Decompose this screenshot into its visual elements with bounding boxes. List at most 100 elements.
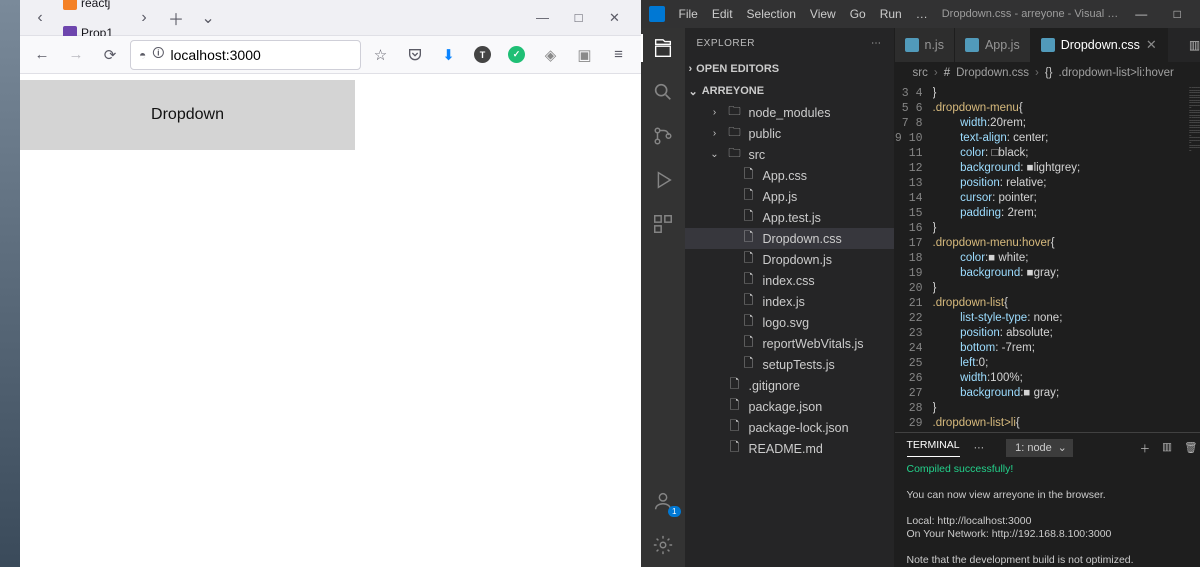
extension-badge-icon[interactable]: ▣	[571, 41, 599, 69]
tree-file[interactable]: 🗋Dropdown.js	[685, 249, 894, 270]
minimize-button[interactable]: —	[533, 10, 553, 26]
dropdown-menu[interactable]: Dropdown	[20, 80, 355, 150]
firefox-window-controls: — □ ✕	[533, 10, 635, 26]
tree-file[interactable]: 🗋package.json	[685, 396, 894, 417]
bookmark-button[interactable]: ☆	[367, 41, 395, 69]
explorer-header: EXPLORER ⋯	[685, 28, 894, 58]
menu-item[interactable]: File	[679, 7, 698, 21]
url-input[interactable]	[171, 47, 352, 63]
menu-item[interactable]: Edit	[712, 7, 733, 21]
address-bar[interactable]: ◓ 🛈	[130, 40, 361, 70]
file-icon	[905, 38, 919, 52]
tab-back-button[interactable]: ‹	[26, 4, 54, 32]
code-editor[interactable]: 3 4 5 6 7 8 9 10 11 12 13 14 15 16 17 18…	[895, 84, 1200, 432]
editor-tab[interactable]: n.js	[895, 28, 955, 62]
tree-file[interactable]: 🗋index.js	[685, 291, 894, 312]
tree-file[interactable]: 🗋setupTests.js	[685, 354, 894, 375]
extension-shield-icon[interactable]: ◈	[537, 41, 565, 69]
nav-forward-button[interactable]: →	[62, 41, 90, 69]
nav-back-button[interactable]: ←	[28, 41, 56, 69]
terminal-tab[interactable]: TERMINAL	[907, 439, 960, 457]
chevron-right-icon: ›	[709, 128, 721, 139]
breadcrumb[interactable]: src›# Dropdown.css›{} .dropdown-list>li:…	[895, 62, 1200, 84]
tree-file[interactable]: 🗋index.css	[685, 270, 894, 291]
extension-green-icon[interactable]: ✓	[503, 41, 531, 69]
menu-item[interactable]: Selection	[747, 7, 796, 21]
breadcrumb-item[interactable]: .dropdown-list>li:hover	[1059, 67, 1174, 79]
maximize-button[interactable]: □	[1168, 7, 1186, 21]
tree-file[interactable]: 🗋App.js	[685, 186, 894, 207]
lock-icon: 🛈	[152, 44, 164, 65]
tree-file[interactable]: 🗋README.md	[685, 438, 894, 459]
activity-explorer-icon[interactable]	[651, 36, 675, 60]
terminal-shell-select[interactable]: 1: node	[1006, 439, 1073, 457]
tree-item-label: App.js	[763, 190, 798, 204]
firefox-window: ‹ reactjreactjProp1Rea✕ › ＋ ⌄ — □ ✕ ← → …	[0, 0, 641, 567]
activity-search-icon[interactable]	[651, 80, 675, 104]
activity-scm-icon[interactable]	[651, 124, 675, 148]
breadcrumb-item[interactable]: src	[913, 67, 928, 79]
editor-tab[interactable]: Dropdown.css✕	[1031, 28, 1168, 62]
tab-dropdown-button[interactable]: ⌄	[194, 4, 222, 32]
page-content: Dropdown	[20, 74, 641, 567]
split-editor-button[interactable]: ▥	[1189, 38, 1200, 52]
tree-item-label: Dropdown.js	[763, 253, 832, 267]
explorer-title: EXPLORER	[697, 38, 755, 49]
reload-button[interactable]: ⟳	[96, 41, 124, 69]
tree-folder[interactable]: ›🗀public	[685, 123, 894, 144]
tree-item-label: .gitignore	[749, 379, 800, 393]
file-icon: 🗋	[741, 354, 757, 375]
tree-file[interactable]: 🗋reportWebVitals.js	[685, 333, 894, 354]
activity-extensions-icon[interactable]	[651, 212, 675, 236]
tree-file[interactable]: 🗋Dropdown.css	[685, 228, 894, 249]
maximize-button[interactable]: □	[569, 10, 589, 26]
extension-t-icon[interactable]: T	[469, 41, 497, 69]
explorer-more-icon[interactable]: ⋯	[871, 38, 882, 49]
minimap[interactable]: ▬ ▬▬▬▬▬▬▬▬▬▬▬▬▬▬▬ ▬▬▬▬▬▬▬▬▬▬▬▬▬▬▬▬ ▬▬▬▬▬…	[1186, 84, 1200, 432]
tree-folder[interactable]: ›🗀node_modules	[685, 102, 894, 123]
kill-terminal-button[interactable]: 🗑	[1184, 441, 1197, 456]
chevron-right-icon: ›	[709, 107, 721, 118]
editor-area: n.jsApp.jsDropdown.css✕▥⋯ src›# Dropdown…	[895, 28, 1200, 567]
split-terminal-button[interactable]: ▥	[1162, 441, 1172, 456]
menu-item[interactable]: View	[810, 7, 836, 21]
minimize-button[interactable]: —	[1132, 7, 1150, 21]
pocket-button[interactable]	[401, 41, 429, 69]
vscode-logo-icon	[649, 6, 665, 22]
open-editors-section[interactable]: › OPEN EDITORS	[685, 58, 894, 80]
firefox-tabstrip: ‹ reactjreactjProp1Rea✕ › ＋ ⌄ — □ ✕	[20, 0, 641, 36]
activity-settings-icon[interactable]	[651, 533, 675, 557]
code-content[interactable]: } .dropdown-menu{ width:20rem; text-alig…	[933, 84, 1187, 432]
line-gutter: 3 4 5 6 7 8 9 10 11 12 13 14 15 16 17 18…	[895, 84, 933, 432]
tree-item-label: node_modules	[749, 106, 831, 120]
project-section[interactable]: ⌄ ARREYONE	[685, 80, 894, 102]
file-icon: 🗋	[741, 270, 757, 291]
close-tab-button[interactable]: ✕	[1146, 37, 1157, 53]
hamburger-menu-button[interactable]: ≡	[605, 41, 633, 69]
tree-file[interactable]: 🗋logo.svg	[685, 312, 894, 333]
new-tab-button[interactable]: ＋	[162, 4, 190, 32]
menu-item[interactable]: Run	[880, 7, 902, 21]
menu-item[interactable]: Go	[850, 7, 866, 21]
activity-account-icon[interactable]: 1	[651, 489, 675, 513]
breadcrumb-item[interactable]: Dropdown.css	[956, 67, 1029, 79]
tree-file[interactable]: 🗋App.css	[685, 165, 894, 186]
new-terminal-button[interactable]: ＋	[1140, 441, 1151, 456]
explorer-sidebar: EXPLORER ⋯ › OPEN EDITORS ⌄ ARREYONE ›🗀n…	[685, 28, 895, 567]
tree-file[interactable]: 🗋package-lock.json	[685, 417, 894, 438]
tree-folder[interactable]: ⌄🗀src	[685, 144, 894, 165]
terminal-tabs-more-icon[interactable]: ⋯	[974, 442, 985, 454]
download-button[interactable]: ⬇	[435, 41, 463, 69]
tree-file[interactable]: 🗋App.test.js	[685, 207, 894, 228]
tab-fwd-button[interactable]: ›	[130, 4, 158, 32]
activity-debug-icon[interactable]	[651, 168, 675, 192]
favicon-icon	[63, 0, 77, 10]
editor-tab[interactable]: App.js	[955, 28, 1031, 62]
browser-tab[interactable]: reactj	[55, 0, 129, 18]
tree-file[interactable]: 🗋.gitignore	[685, 375, 894, 396]
menu-item[interactable]: …	[916, 7, 928, 21]
close-window-button[interactable]: ✕	[605, 10, 625, 26]
file-icon: 🗋	[741, 165, 757, 186]
terminal-output[interactable]: Compiled successfully! You can now view …	[895, 463, 1200, 567]
css-selector-icon: {}	[1045, 67, 1053, 79]
